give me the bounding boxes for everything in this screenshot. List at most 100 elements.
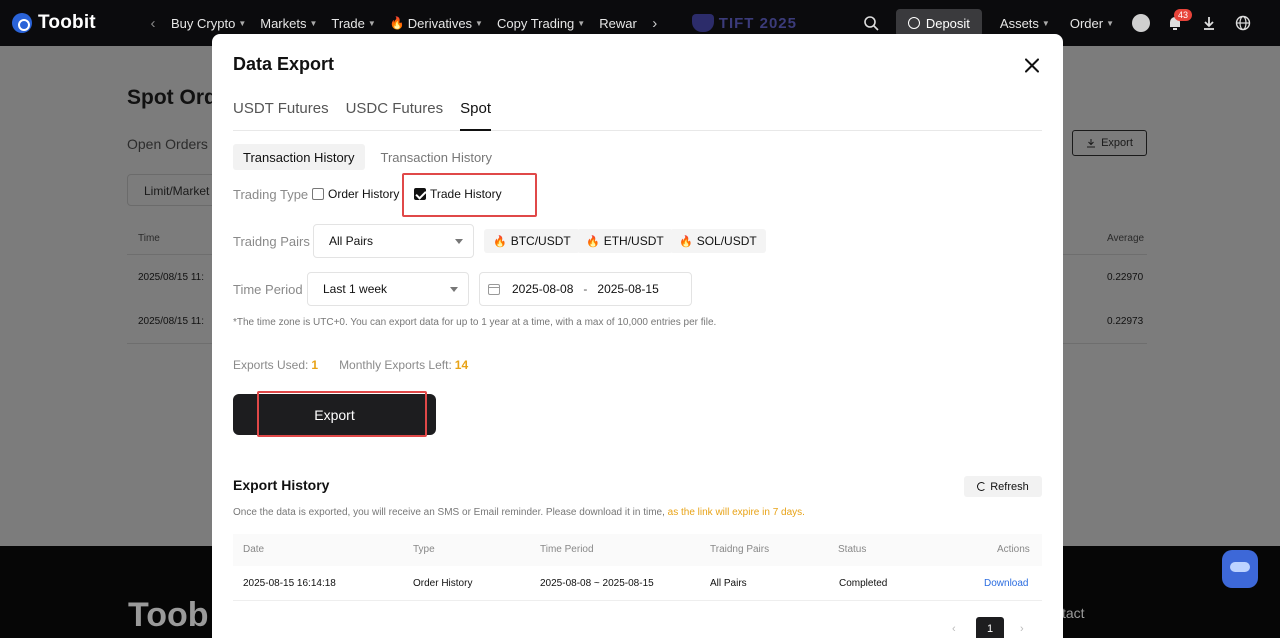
chevron-down-icon <box>450 287 458 292</box>
refresh-button[interactable]: Refresh <box>964 476 1042 497</box>
table-row-average: 0.22973 <box>1107 316 1144 327</box>
nav-label: Trade <box>331 15 365 31</box>
chevron-down-icon: ▼ <box>1106 18 1114 28</box>
subtab-transaction-history-2[interactable]: Transaction History <box>371 144 503 170</box>
chevron-down-icon: ▼ <box>1041 18 1050 28</box>
trading-pairs-label: Traidng Pairs <box>233 234 310 249</box>
background-export-button[interactable]: Export <box>1072 130 1147 156</box>
event-shield-icon <box>691 14 714 32</box>
deposit-button[interactable]: Deposit <box>895 9 982 37</box>
nav-label: Copy Trading <box>496 15 575 31</box>
tab-spot[interactable]: Spot <box>460 100 491 131</box>
event-banner[interactable]: TIFT 2025 <box>691 14 797 32</box>
nav-copy-trading[interactable]: Copy Trading ▼ <box>497 16 585 31</box>
chevron-down-icon: ▼ <box>309 18 318 28</box>
history-table-header: Date Type Time Period Traidng Pairs Stat… <box>233 534 1042 566</box>
nav-trade[interactable]: Trade ▼ <box>331 16 375 31</box>
nav-markets[interactable]: Markets ▼ <box>260 16 317 31</box>
order-type-filter[interactable]: Limit/Market <box>127 174 217 206</box>
table-row-time: 2025/08/15 11: <box>138 272 204 283</box>
time-period-select[interactable]: Last 1 week <box>307 272 469 306</box>
nav-derivatives[interactable]: 🔥 Derivatives ▼ <box>390 16 483 31</box>
row-divider <box>233 600 1042 601</box>
row-date: 2025-08-15 16:14:18 <box>243 578 336 589</box>
row-period: 2025-08-08 ~ 2025-08-15 <box>540 578 654 589</box>
column-type: Type <box>413 544 435 555</box>
column-average: Average <box>1107 233 1145 244</box>
pair-chip-sol[interactable]: 🔥 SOL/USDT <box>670 229 766 253</box>
pairs-select[interactable]: All Pairs <box>313 224 474 258</box>
tab-open-orders[interactable]: Open Orders <box>127 136 208 152</box>
date-end[interactable]: 2025-08-15 <box>597 282 658 296</box>
toobit-logo-icon <box>12 13 32 33</box>
nav-buy-crypto[interactable]: Buy Crypto ▼ <box>171 16 246 31</box>
monthly-left-value: 14 <box>454 358 469 372</box>
row-status: Completed <box>839 578 888 589</box>
order-history-label: Order History <box>328 187 400 201</box>
tab-usdt-futures[interactable]: USDT Futures <box>233 100 329 131</box>
row-type: Order History <box>413 578 473 589</box>
monthly-left-label: Monthly Exports Left: <box>339 358 452 372</box>
nav-label: Buy Crypto <box>171 15 236 31</box>
footer-contact[interactable]: tact <box>1062 605 1085 621</box>
history-note-text: Once the data is exported, you will rece… <box>233 507 668 518</box>
date-start[interactable]: 2025-08-08 <box>512 282 573 296</box>
assets-label: Assets <box>999 15 1039 31</box>
column-actions: Actions <box>997 544 1030 555</box>
avatar[interactable] <box>1132 14 1150 32</box>
nav-label: Rewar <box>599 15 637 31</box>
export-history-title: Export History <box>233 477 330 493</box>
bell-icon[interactable]: 43 <box>1158 6 1192 40</box>
brand-logo[interactable]: Toobit <box>12 12 142 34</box>
pairs-select-value: All Pairs <box>329 234 374 248</box>
nav-label: Derivatives <box>407 15 473 31</box>
event-label: TIFT 2025 <box>718 14 797 32</box>
pair-chip-eth[interactable]: 🔥 ETH/USDT <box>577 229 673 253</box>
subtab-transaction-history[interactable]: Transaction History <box>233 144 365 170</box>
pair-chip-btc[interactable]: 🔥 BTC/USDT <box>484 229 580 253</box>
history-note: Once the data is exported, you will rece… <box>233 507 805 518</box>
order-history-checkbox[interactable]: Order History <box>312 187 399 201</box>
pair-chip-label: ETH/USDT <box>603 234 664 248</box>
download-icon <box>1087 139 1096 148</box>
column-time: Time <box>138 233 160 244</box>
chevron-down-icon: ▼ <box>475 18 483 28</box>
column-date: Date <box>243 544 265 555</box>
history-subtabs: Transaction History Transaction History <box>233 144 508 170</box>
pair-chip-label: SOL/USDT <box>696 234 757 248</box>
globe-icon[interactable] <box>1226 6 1260 40</box>
export-stats: Exports Used: 1 Monthly Exports Left: 14 <box>233 358 468 372</box>
nav-scroll-left-icon[interactable]: ‹ <box>142 15 164 32</box>
pager-prev-icon[interactable]: ‹ <box>952 623 956 635</box>
column-status: Status <box>838 544 867 555</box>
export-tabs: USDT Futures USDC Futures Spot <box>233 100 1042 131</box>
fire-icon: 🔥 <box>493 235 507 248</box>
highlight-box <box>257 391 427 437</box>
pager-page-1[interactable]: 1 <box>976 617 1004 638</box>
deposit-icon <box>907 17 920 29</box>
fire-icon: 🔥 <box>679 235 693 248</box>
nav-rewards[interactable]: Rewar <box>599 16 637 31</box>
time-period-value: Last 1 week <box>323 282 388 296</box>
pager-next-icon[interactable]: › <box>1020 623 1024 635</box>
column-trading-pairs: Traidng Pairs <box>710 544 770 555</box>
chevron-down-icon <box>455 239 463 244</box>
tab-usdc-futures[interactable]: USDC Futures <box>346 100 444 131</box>
refresh-icon <box>977 482 987 491</box>
nav-assets[interactable]: Assets ▼ <box>1000 16 1050 31</box>
refresh-label: Refresh <box>990 480 1029 493</box>
download-link[interactable]: Download <box>984 578 1028 589</box>
order-label: Order <box>1069 15 1104 31</box>
help-bot-icon[interactable] <box>1222 550 1258 588</box>
fire-icon: 🔥 <box>586 235 600 248</box>
date-range-picker[interactable]: 2025-08-08 - 2025-08-15 <box>479 272 692 306</box>
history-expiry-warning: as the link will expire in 7 days. <box>667 507 805 518</box>
download-icon[interactable] <box>1192 6 1226 40</box>
export-label: Export <box>1101 137 1133 149</box>
fire-icon: 🔥 <box>389 16 405 30</box>
nav-order[interactable]: Order ▼ <box>1070 16 1114 31</box>
nav-scroll-right-icon[interactable]: › <box>644 15 666 32</box>
brand-name: Toobit <box>38 12 96 33</box>
close-icon[interactable] <box>1021 55 1043 77</box>
nav-label: Markets <box>260 15 307 31</box>
